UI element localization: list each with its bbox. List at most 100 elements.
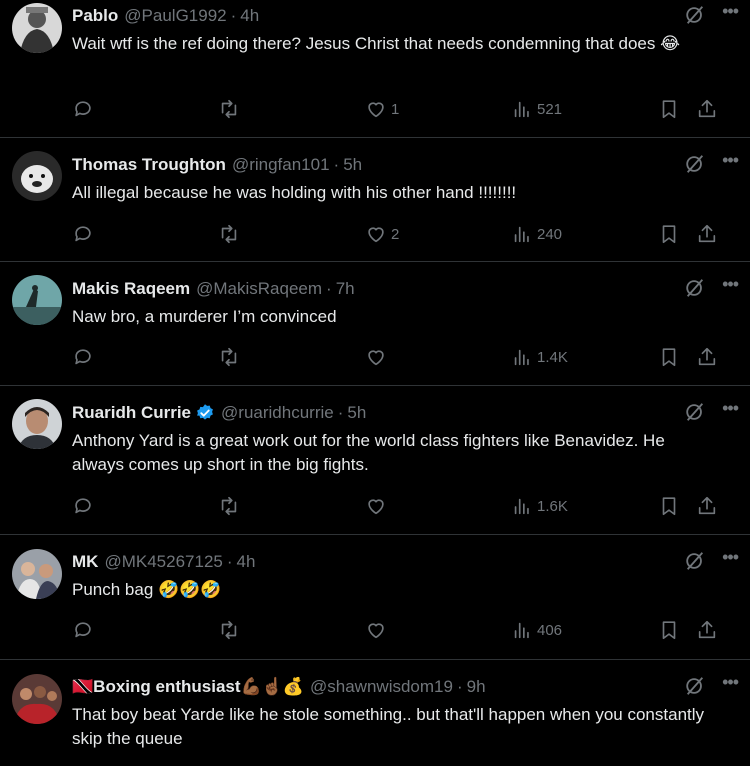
more-icon[interactable]: •••	[722, 548, 739, 566]
like-button[interactable]: 2	[365, 223, 399, 245]
separator: ·	[226, 552, 233, 571]
separator: ·	[456, 677, 463, 696]
grok-icon[interactable]	[684, 277, 706, 299]
bookmark-button[interactable]	[658, 346, 680, 368]
share-icon	[698, 347, 716, 366]
share-button[interactable]	[696, 346, 718, 368]
bookmark-button[interactable]	[658, 98, 680, 120]
post-text: Punch bag 🤣🤣🤣	[72, 580, 222, 599]
views-icon	[514, 622, 529, 639]
post-text: That boy beat Yarde like he stole someth…	[72, 705, 705, 748]
author-name[interactable]: Makis Raqeem	[72, 279, 190, 299]
grok-icon[interactable]	[684, 401, 706, 423]
retweet-button[interactable]	[218, 223, 244, 245]
views-button[interactable]: 1.6K	[511, 495, 568, 517]
views-button[interactable]: 240	[511, 223, 562, 245]
views-icon	[514, 226, 529, 243]
author-handle[interactable]: @MK45267125	[104, 552, 222, 572]
post[interactable]: Pablo @PaulG1992 · 4h ••• Wait wtf is th…	[0, 0, 750, 138]
reply-button[interactable]	[72, 346, 98, 368]
bookmark-button[interactable]	[658, 223, 680, 245]
retweet-icon	[221, 620, 237, 640]
view-count: 1.4K	[537, 348, 568, 366]
share-button[interactable]	[696, 495, 718, 517]
like-button[interactable]	[365, 346, 391, 368]
reply-button[interactable]	[72, 98, 98, 120]
bookmark-button[interactable]	[658, 495, 680, 517]
retweet-icon	[221, 224, 237, 244]
bookmark-icon	[662, 621, 676, 640]
separator: ·	[326, 279, 332, 298]
timestamp[interactable]: 4h	[240, 6, 259, 26]
author-handle[interactable]: @ringfan101	[232, 155, 330, 175]
like-button[interactable]: 1	[365, 98, 399, 120]
views-icon	[514, 101, 529, 118]
more-icon[interactable]: •••	[722, 673, 739, 691]
author-name[interactable]: MK	[72, 552, 98, 572]
post[interactable]: Makis Raqeem @MakisRaqeem · 7h ••• Naw b…	[0, 262, 750, 386]
post[interactable]: MK @MK45267125 · 4h ••• Punch bag 🤣🤣🤣 40…	[0, 535, 750, 660]
grok-icon[interactable]	[684, 153, 706, 175]
timestamp[interactable]: 4h	[237, 552, 256, 572]
avatar[interactable]	[12, 674, 62, 724]
heart-icon	[368, 350, 384, 366]
avatar[interactable]	[12, 151, 62, 201]
timestamp[interactable]: 7h	[336, 279, 355, 299]
author-handle[interactable]: @ruaridhcurrie	[221, 403, 334, 423]
retweet-button[interactable]	[218, 346, 244, 368]
more-icon[interactable]: •••	[722, 2, 739, 20]
views-button[interactable]: 1.4K	[511, 346, 568, 368]
reply-icon	[75, 349, 91, 365]
heart-icon	[368, 227, 384, 243]
post-text: All illegal because he was holding with …	[72, 183, 517, 202]
retweet-button[interactable]	[218, 495, 244, 517]
timestamp[interactable]: 5h	[343, 155, 362, 175]
post[interactable]: 🇹🇹Boxing enthusiast💪🏾☝🏾💰 @shawnwisdom19 …	[0, 660, 750, 766]
heart-icon	[368, 102, 384, 118]
share-icon	[698, 224, 716, 243]
avatar[interactable]	[12, 275, 62, 325]
retweet-button[interactable]	[218, 98, 244, 120]
share-icon	[698, 99, 716, 118]
reply-button[interactable]	[72, 619, 98, 641]
bookmark-icon	[662, 225, 676, 244]
more-icon[interactable]: •••	[722, 399, 739, 417]
grok-icon[interactable]	[684, 4, 706, 26]
avatar[interactable]	[12, 3, 62, 53]
reply-icon	[75, 498, 91, 514]
bookmark-button[interactable]	[658, 619, 680, 641]
view-count: 240	[537, 225, 563, 243]
avatar[interactable]	[12, 549, 62, 599]
avatar[interactable]	[12, 399, 62, 449]
view-count: 521	[537, 100, 563, 118]
retweet-icon	[221, 347, 237, 367]
grok-icon[interactable]	[684, 550, 706, 572]
timestamp[interactable]: 9h	[467, 677, 486, 697]
bookmark-icon	[662, 497, 676, 516]
post[interactable]: Ruaridh Currie @ruaridhcurrie · 5h ••• A…	[0, 386, 750, 535]
reply-icon	[75, 622, 91, 638]
author-name[interactable]: Ruaridh Currie	[72, 403, 191, 423]
timestamp[interactable]: 5h	[347, 403, 366, 423]
like-button[interactable]	[365, 619, 391, 641]
reply-button[interactable]	[72, 495, 98, 517]
views-button[interactable]: 406	[511, 619, 562, 641]
author-name[interactable]: Thomas Troughton	[72, 155, 226, 175]
post-text: Anthony Yard is a great work out for the…	[72, 431, 665, 474]
more-icon[interactable]: •••	[722, 275, 739, 293]
share-button[interactable]	[696, 98, 718, 120]
author-name[interactable]: Pablo	[72, 6, 118, 26]
share-button[interactable]	[696, 223, 718, 245]
more-icon[interactable]: •••	[722, 151, 739, 169]
like-button[interactable]	[365, 495, 391, 517]
author-handle[interactable]: @shawnwisdom19	[310, 677, 453, 697]
post[interactable]: Thomas Troughton @ringfan101 · 5h ••• Al…	[0, 138, 750, 262]
author-handle[interactable]: @MakisRaqeem	[196, 279, 322, 299]
share-button[interactable]	[696, 619, 718, 641]
author-handle[interactable]: @PaulG1992	[124, 6, 226, 26]
author-name[interactable]: 🇹🇹Boxing enthusiast💪🏾☝🏾💰	[72, 677, 304, 697]
grok-icon[interactable]	[684, 675, 706, 697]
reply-button[interactable]	[72, 223, 98, 245]
retweet-button[interactable]	[218, 619, 244, 641]
views-button[interactable]: 521	[511, 98, 562, 120]
